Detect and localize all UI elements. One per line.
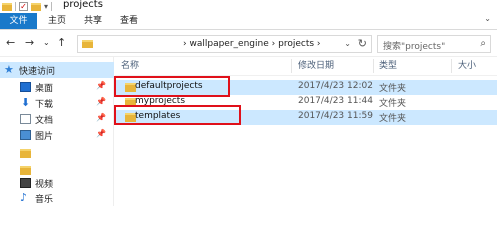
pin-icon[interactable]: 📌 bbox=[96, 97, 106, 106]
video-icon bbox=[20, 178, 31, 188]
file-type: 文件夹 bbox=[379, 84, 407, 94]
sidebar-item-downloads[interactable]: ⬇ 下载 📌 bbox=[0, 95, 114, 111]
download-icon: ⬇ bbox=[20, 96, 31, 109]
expand-ribbon-icon[interactable]: ⌄ bbox=[484, 14, 491, 23]
search-placeholder: 搜索"projects" bbox=[383, 42, 446, 52]
sidebar-item-documents[interactable]: 文档 📌 bbox=[0, 111, 114, 127]
breadcrumb-separator: › bbox=[271, 39, 276, 49]
sidebar-item-pictures[interactable]: 图片 📌 bbox=[0, 127, 114, 143]
sidebar-item-label: 图片 bbox=[35, 131, 54, 142]
annotation-highlight bbox=[114, 105, 241, 125]
back-arrow-icon[interactable]: ← bbox=[6, 36, 15, 49]
annotation-highlight bbox=[114, 76, 230, 97]
tab-file[interactable]: 文件 bbox=[0, 13, 37, 29]
file-type: 文件夹 bbox=[379, 99, 407, 109]
customize-toolbar-icon[interactable]: ▾ bbox=[44, 2, 48, 11]
column-divider[interactable] bbox=[451, 59, 452, 73]
column-header-name[interactable]: 名称 bbox=[121, 59, 139, 73]
sidebar-item-music[interactable]: ♪ 音乐 bbox=[0, 190, 114, 206]
column-divider[interactable] bbox=[291, 59, 292, 73]
pin-icon[interactable]: 📌 bbox=[96, 81, 106, 90]
file-date: 2017/4/23 11:59 bbox=[298, 111, 373, 121]
quick-access-toolbar: ✓ ▾ bbox=[2, 0, 53, 13]
sidebar-item-label: 视频 bbox=[35, 179, 54, 190]
folder-icon bbox=[82, 40, 93, 48]
toolbar-divider bbox=[15, 2, 16, 11]
tab-home[interactable]: 主页 bbox=[48, 13, 66, 29]
file-date: 2017/4/23 12:02 bbox=[298, 81, 373, 91]
sidebar-item-label: 快速访问 bbox=[19, 66, 56, 77]
column-divider[interactable] bbox=[373, 59, 374, 73]
tab-view[interactable]: 查看 bbox=[120, 13, 138, 29]
sidebar-item-label: 音乐 bbox=[35, 194, 54, 205]
breadcrumb-wallpaper-engine[interactable]: wallpaper_engine bbox=[189, 39, 268, 49]
sidebar-item-desktop[interactable]: 桌面 📌 bbox=[0, 79, 114, 95]
column-header-type[interactable]: 类型 bbox=[379, 59, 397, 73]
sidebar-item-videos[interactable]: 视频 bbox=[0, 175, 114, 191]
refresh-icon[interactable]: ↻ bbox=[358, 37, 367, 50]
new-folder-icon[interactable] bbox=[31, 2, 41, 11]
properties-icon[interactable]: ✓ bbox=[19, 2, 28, 11]
file-date: 2017/4/23 11:44 bbox=[298, 96, 373, 106]
sidebar-item-quick-access[interactable]: ★ 快速访问 bbox=[0, 62, 114, 78]
sidebar-item-label: 下载 bbox=[35, 99, 54, 110]
sidebar-item-label: 桌面 bbox=[35, 83, 54, 94]
breadcrumb-projects[interactable]: projects bbox=[278, 39, 314, 49]
breadcrumb-separator: › bbox=[183, 39, 187, 49]
toolbar-divider bbox=[51, 2, 53, 11]
ribbon-tabs: 文件 主页 共享 查看 ⌄ bbox=[0, 13, 497, 30]
window-title: projects bbox=[63, 0, 103, 10]
navigation-pane: ★ 快速访问 桌面 📌 ⬇ 下载 📌 文档 📌 图片 📌 视频 ♪ 音乐 bbox=[0, 57, 114, 206]
recent-locations-icon[interactable]: ⌄ bbox=[43, 38, 50, 47]
search-icon[interactable]: ⌕ bbox=[480, 38, 486, 49]
folder-icon bbox=[20, 165, 31, 175]
chevron-down-icon[interactable]: ⌄ bbox=[344, 39, 351, 48]
breadcrumb: › wallpaper_engine › projects › bbox=[183, 39, 321, 49]
star-icon: ★ bbox=[4, 63, 14, 76]
forward-arrow-icon[interactable]: → bbox=[25, 36, 34, 49]
navigation-bar: ← → ⌄ ↑ › wallpaper_engine › projects › … bbox=[0, 30, 497, 57]
address-bar[interactable]: › wallpaper_engine › projects › ⌄ ↻ bbox=[77, 35, 372, 53]
documents-icon bbox=[20, 114, 31, 124]
folder-icon bbox=[2, 2, 12, 11]
pin-icon[interactable]: 📌 bbox=[96, 113, 106, 122]
sidebar-item-folder[interactable] bbox=[0, 145, 114, 161]
column-header-date[interactable]: 修改日期 bbox=[298, 59, 334, 73]
pin-icon[interactable]: 📌 bbox=[96, 129, 106, 138]
pictures-icon bbox=[20, 130, 31, 140]
file-type: 文件夹 bbox=[379, 114, 407, 124]
sidebar-item-label: 文档 bbox=[35, 115, 54, 126]
title-bar: ✓ ▾ projects bbox=[0, 0, 497, 13]
up-arrow-icon[interactable]: ↑ bbox=[57, 36, 66, 49]
search-input[interactable]: 搜索"projects" ⌕ bbox=[377, 35, 491, 53]
file-list: 名称 修改日期 类型 大小 defaultprojects 2017/4/23 … bbox=[114, 57, 497, 206]
music-icon: ♪ bbox=[20, 191, 28, 204]
desktop-icon bbox=[20, 82, 31, 92]
tab-share[interactable]: 共享 bbox=[84, 13, 102, 29]
column-header-size[interactable]: 大小 bbox=[458, 59, 476, 73]
folder-icon bbox=[20, 148, 31, 158]
breadcrumb-separator: › bbox=[316, 39, 321, 49]
